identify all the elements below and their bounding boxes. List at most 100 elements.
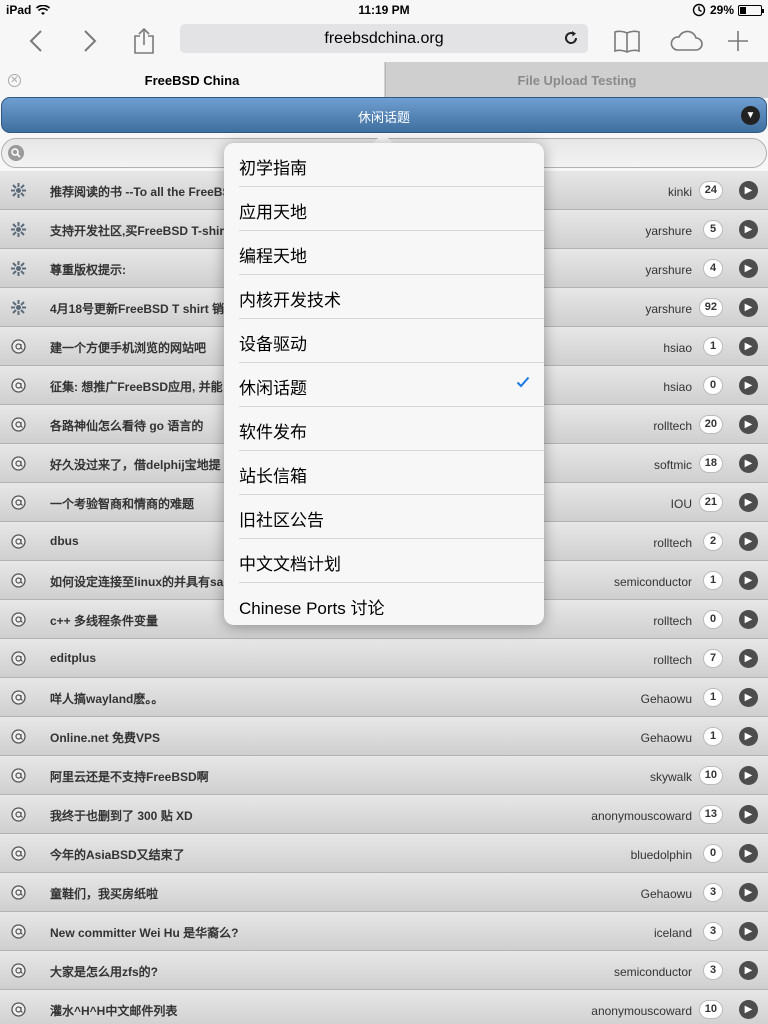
- dropdown-item[interactable]: 休闲话题: [239, 363, 544, 407]
- topic-author: semiconductor: [613, 965, 692, 979]
- topic-icon: [11, 456, 26, 471]
- chevron-right-icon[interactable]: ▶: [739, 532, 758, 551]
- reply-count-badge: 3: [703, 883, 723, 902]
- forward-button[interactable]: [72, 24, 108, 58]
- reply-count-badge: 0: [703, 844, 723, 863]
- battery-icon: [738, 4, 764, 16]
- topic-icon: [11, 807, 26, 822]
- category-selector[interactable]: 休闲话题 ▼: [1, 97, 767, 133]
- topic-author: IOU: [670, 497, 692, 511]
- dropdown-item[interactable]: 软件发布: [239, 407, 544, 451]
- topic-icon: [11, 339, 26, 354]
- tab-label: File Upload Testing: [517, 72, 637, 88]
- chevron-right-icon[interactable]: ▶: [739, 181, 758, 200]
- table-row[interactable]: New committer Wei Hu 是华裔么? iceland 3 ▶: [0, 912, 768, 951]
- table-row[interactable]: 大家是怎么用zfs的? semiconductor 3 ▶: [0, 951, 768, 990]
- new-tab-button[interactable]: [720, 24, 756, 58]
- topic-title: editplus: [50, 651, 97, 665]
- dropdown-item[interactable]: Chinese Ports 讨论: [239, 583, 544, 625]
- chevron-right-icon[interactable]: ▶: [739, 337, 758, 356]
- close-icon[interactable]: ✕: [8, 74, 21, 87]
- book-icon: [614, 30, 640, 53]
- pinned-icon: [11, 261, 26, 276]
- back-button[interactable]: [18, 24, 54, 58]
- topic-icon: [11, 690, 26, 705]
- chevron-right-icon[interactable]: ▶: [739, 1000, 758, 1019]
- topic-icon: [11, 495, 26, 510]
- topic-title: 大家是怎么用zfs的?: [50, 965, 159, 979]
- dropdown-item[interactable]: 初学指南: [239, 143, 544, 187]
- address-bar[interactable]: freebsdchina.org: [180, 24, 588, 53]
- table-row[interactable]: 咩人搞wayland麽。。 Gehaowu 1 ▶: [0, 678, 768, 717]
- checkmark-icon: [516, 376, 530, 388]
- tab-freebsd-china[interactable]: ✕ FreeBSD China: [0, 62, 384, 98]
- dropdown-item[interactable]: 应用天地: [239, 187, 544, 231]
- reply-count-badge: 1: [703, 727, 723, 746]
- table-row[interactable]: Online.net 免费VPS Gehaowu 1 ▶: [0, 717, 768, 756]
- topic-author: kinki: [667, 185, 692, 199]
- reply-count-badge: 3: [703, 922, 723, 941]
- dropdown-item[interactable]: 设备驱动: [239, 319, 544, 363]
- table-row[interactable]: 灌水^H^H中文邮件列表 anonymouscoward 10 ▶: [0, 990, 768, 1024]
- chevron-right-icon[interactable]: ▶: [739, 766, 758, 785]
- dropdown-item[interactable]: 编程天地: [239, 231, 544, 275]
- reply-count-badge: 24: [698, 181, 723, 200]
- icloud-tabs-button[interactable]: [664, 24, 708, 58]
- reload-icon[interactable]: [562, 29, 580, 47]
- chevron-right-icon[interactable]: ▶: [739, 610, 758, 629]
- topic-title: Online.net 免费VPS: [50, 731, 161, 745]
- share-button[interactable]: [126, 24, 162, 58]
- table-row[interactable]: 童鞋们，我买房纸啦 Gehaowu 3 ▶: [0, 873, 768, 912]
- table-row[interactable]: 我终于也删到了 300 贴 XD anonymouscoward 13 ▶: [0, 795, 768, 834]
- reply-count-badge: 21: [698, 493, 723, 512]
- category-dropdown: 初学指南应用天地编程天地 内核开发技术设备驱动休闲话题软件发布站长信箱 旧社区公告中…: [224, 143, 544, 625]
- chevron-right-icon[interactable]: ▶: [739, 493, 758, 512]
- reply-count-badge: 4: [703, 259, 723, 278]
- tab-file-upload-testing[interactable]: File Upload Testing: [385, 62, 768, 98]
- chevron-right-icon[interactable]: ▶: [739, 922, 758, 941]
- chevron-right-icon[interactable]: ▶: [739, 727, 758, 746]
- chevron-right-icon[interactable]: ▶: [739, 805, 758, 824]
- chevron-right-icon[interactable]: ▶: [739, 571, 758, 590]
- chevron-right-icon[interactable]: ▶: [739, 883, 758, 902]
- dropdown-item-label: 应用天地: [239, 203, 307, 222]
- chevron-right-icon[interactable]: ▶: [739, 259, 758, 278]
- topic-icon: [11, 651, 26, 666]
- reply-count-badge: 0: [703, 376, 723, 395]
- chevron-left-icon: [29, 30, 42, 52]
- chevron-right-icon[interactable]: ▶: [739, 649, 758, 668]
- dropdown-item[interactable]: 旧社区公告: [239, 495, 544, 539]
- chevron-right-icon[interactable]: ▶: [739, 376, 758, 395]
- chevron-right-icon[interactable]: ▶: [739, 415, 758, 434]
- status-bar: iPad 11:19 PM 29%: [0, 0, 768, 20]
- bookmarks-button[interactable]: [609, 24, 645, 58]
- topic-author: rolltech: [653, 536, 692, 550]
- table-row[interactable]: 阿里云还是不支持FreeBSD啊 skywalk 10 ▶: [0, 756, 768, 795]
- chevron-right-icon[interactable]: ▶: [739, 298, 758, 317]
- chevron-down-icon[interactable]: ▼: [741, 106, 760, 125]
- topic-author: iceland: [653, 926, 692, 940]
- chevron-right-icon[interactable]: ▶: [739, 220, 758, 239]
- topic-author: Gehaowu: [640, 731, 692, 745]
- topic-title: 阿里云还是不支持FreeBSD啊: [50, 770, 209, 784]
- plus-icon: [728, 31, 748, 51]
- dropdown-item[interactable]: 中文文档计划: [239, 539, 544, 583]
- reply-count-badge: 3: [703, 961, 723, 980]
- dropdown-item[interactable]: 内核开发技术: [239, 275, 544, 319]
- topic-author: hsiao: [663, 380, 692, 394]
- topic-author: yarshure: [645, 302, 692, 316]
- topic-author: rolltech: [653, 419, 692, 433]
- chevron-right-icon[interactable]: ▶: [739, 961, 758, 980]
- chevron-right-icon[interactable]: ▶: [739, 688, 758, 707]
- table-row[interactable]: 今年的AsiaBSD又结束了 bluedolphin 0 ▶: [0, 834, 768, 873]
- topic-author: anonymouscoward: [591, 809, 692, 823]
- dropdown-item-label: 软件发布: [239, 423, 307, 442]
- chevron-right-icon[interactable]: ▶: [739, 454, 758, 473]
- dropdown-item[interactable]: 站长信箱: [239, 451, 544, 495]
- dropdown-item-label: 设备驱动: [239, 335, 307, 354]
- table-row[interactable]: editplus rolltech 7 ▶: [0, 639, 768, 678]
- chevron-right-icon[interactable]: ▶: [739, 844, 758, 863]
- topic-icon: [11, 1002, 26, 1017]
- topic-author: Gehaowu: [640, 887, 692, 901]
- topic-author: anonymouscoward: [591, 1004, 692, 1018]
